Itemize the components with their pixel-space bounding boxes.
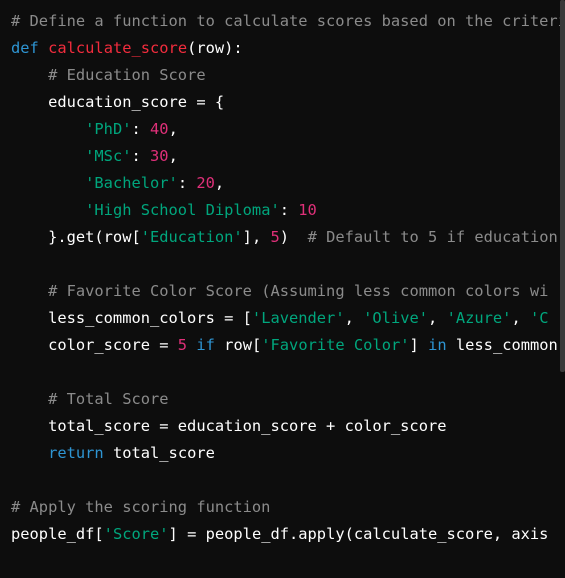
code-token: :	[177, 174, 197, 192]
code-token: ,	[214, 174, 225, 192]
code-token: # Favorite Color Score (Assuming less co…	[48, 282, 549, 300]
code-token: return	[48, 444, 104, 462]
code-token: 10	[298, 201, 317, 219]
code-token: ,	[428, 309, 447, 327]
code-token: color_score =	[11, 336, 178, 354]
vertical-scrollbar[interactable]	[560, 0, 565, 372]
code-token: :	[279, 201, 299, 219]
code-token: total_score = education_score + color_sc…	[11, 417, 447, 435]
code-line: # Education Score	[11, 62, 565, 89]
code-token: less_common_colors = [	[11, 309, 252, 327]
code-token: 5	[270, 228, 280, 246]
code-token: )	[279, 228, 308, 246]
code-token: total_score	[103, 444, 215, 462]
code-line: 'High School Diploma': 10	[11, 197, 565, 224]
code-token: # Define a function to calculate scores …	[11, 12, 565, 30]
code-token: ,	[168, 147, 178, 165]
code-token: 'Favorite Color'	[261, 336, 410, 354]
code-token: ],	[242, 228, 271, 246]
code-token: ,	[511, 309, 530, 327]
code-line: people_df['Score'] = people_df.apply(cal…	[11, 521, 565, 548]
code-token: in	[428, 336, 447, 354]
code-line: total_score = education_score + color_sc…	[11, 413, 565, 440]
code-token: 5	[177, 336, 188, 354]
code-token: less_common	[446, 336, 558, 354]
code-token: # Default to 5 if education	[307, 228, 558, 246]
code-token: (row):	[187, 39, 243, 57]
code-line: less_common_colors = ['Lavender', 'Olive…	[11, 305, 565, 332]
code-token: people_df[	[11, 525, 104, 543]
code-token: 'PhD'	[85, 120, 132, 138]
code-line: # Define a function to calculate scores …	[11, 8, 565, 35]
code-line: color_score = 5 if row['Favorite Color']…	[11, 332, 565, 359]
code-token: # Apply the scoring function	[11, 498, 271, 516]
code-token: 'C	[529, 309, 549, 327]
code-token: 40	[150, 120, 169, 138]
code-token: calculate_score	[48, 39, 188, 57]
code-token: :	[131, 147, 151, 165]
code-token: :	[131, 120, 151, 138]
code-line: # Favorite Color Score (Assuming less co…	[11, 278, 565, 305]
code-token: }.get(row[	[11, 228, 141, 246]
code-token: # Education Score	[48, 66, 206, 84]
code-token: 'Azure'	[446, 309, 512, 327]
code-content: # Define a function to calculate scores …	[11, 8, 565, 548]
code-token: 'Score'	[103, 525, 169, 543]
code-token: education_score = {	[11, 93, 225, 111]
code-line: # Apply the scoring function	[11, 494, 565, 521]
code-line: 'Bachelor': 20,	[11, 170, 565, 197]
code-token: row[	[214, 336, 262, 354]
code-token: 'MSc'	[85, 147, 132, 165]
code-token: 30	[150, 147, 169, 165]
code-line: education_score = {	[11, 89, 565, 116]
code-token: 20	[196, 174, 215, 192]
code-line: def calculate_score(row):	[11, 35, 565, 62]
code-token: 'Lavender'	[251, 309, 345, 327]
code-token: def	[11, 39, 39, 57]
code-line: # Total Score	[11, 386, 565, 413]
code-token: 'Olive'	[363, 309, 429, 327]
code-block: # Define a function to calculate scores …	[0, 0, 565, 578]
code-token: 'Bachelor'	[85, 174, 178, 192]
code-token: ]	[409, 336, 429, 354]
code-line: return total_score	[11, 440, 565, 467]
code-token: 'Education'	[140, 228, 243, 246]
code-token: ,	[344, 309, 364, 327]
code-line: 'PhD': 40,	[11, 116, 565, 143]
code-token: ] = people_df.apply(calculate_score, axi…	[168, 525, 549, 543]
code-token: # Total Score	[48, 390, 169, 408]
code-line: 'MSc': 30,	[11, 143, 565, 170]
code-token: ,	[168, 120, 178, 138]
code-token: 'High School Diploma'	[85, 201, 280, 219]
code-token: if	[196, 336, 215, 354]
code-line: }.get(row['Education'], 5) # Default to …	[11, 224, 565, 251]
